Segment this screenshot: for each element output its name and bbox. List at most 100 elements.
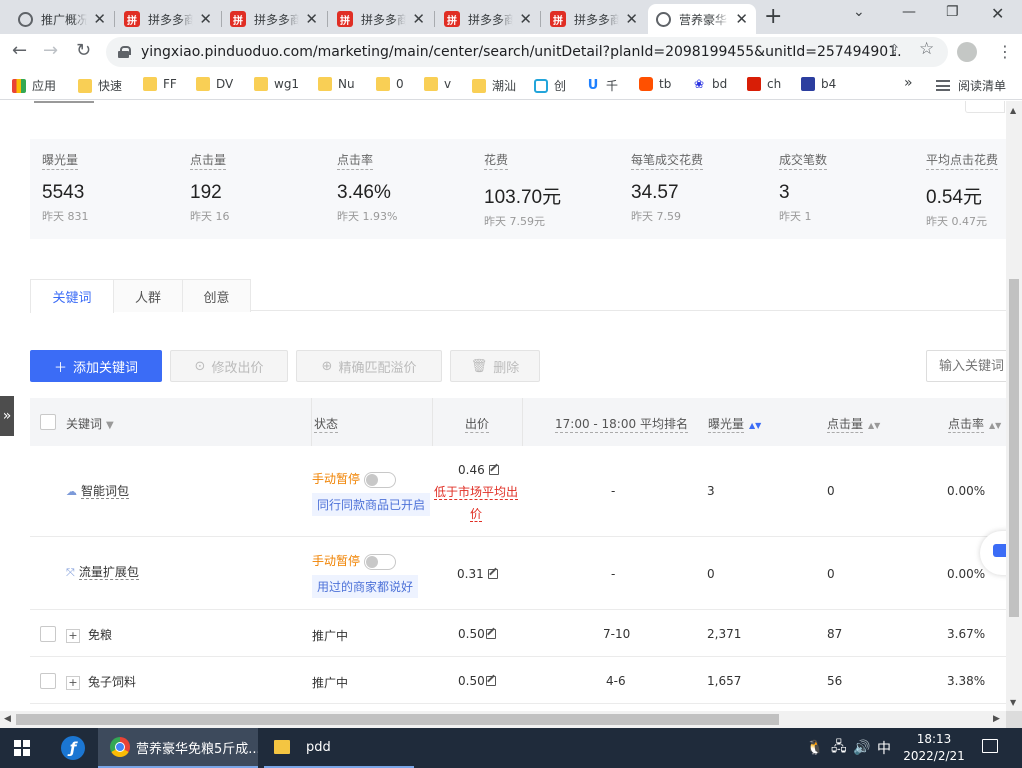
bookmark-folder[interactable]: wg1 — [254, 77, 299, 91]
restore-icon[interactable]: ❐ — [946, 4, 959, 20]
keyword-cell[interactable]: + 免粮 — [66, 626, 112, 643]
network-icon[interactable]: 🖧 — [831, 728, 847, 768]
sort-icon[interactable]: ▲▼ — [989, 421, 1001, 430]
bookmark-link[interactable]: 创 — [534, 77, 566, 94]
horizontal-scroll-thumb[interactable] — [16, 714, 779, 725]
bookmark-folder[interactable]: 潮汕 — [472, 77, 516, 94]
tab-keywords[interactable]: 关键词 — [30, 279, 114, 313]
edit-icon[interactable] — [487, 569, 498, 579]
bookmark-folder[interactable]: DV — [196, 77, 233, 91]
scroll-down-icon[interactable]: ▼ — [1010, 698, 1016, 707]
edit-icon[interactable] — [485, 629, 496, 639]
tab-audience[interactable]: 人群 — [113, 279, 183, 312]
bid-cell[interactable]: 0.46 — [458, 463, 499, 477]
profile-avatar[interactable] — [957, 42, 977, 62]
taskbar-chrome-app[interactable]: 营养豪华免粮5斤成... — [98, 728, 258, 768]
scroll-right-icon[interactable]: ▶ — [993, 714, 1000, 724]
taskbar-flash-app[interactable]: ƒ — [58, 728, 88, 768]
side-expand-handle[interactable]: » — [0, 396, 14, 436]
bookmark-link[interactable]: U千 — [586, 77, 618, 94]
bookmark-star-icon[interactable]: ☆ — [919, 39, 934, 59]
bookmark-folder[interactable]: v — [424, 77, 451, 91]
close-icon[interactable]: ✕ — [93, 11, 106, 27]
browser-tab-4[interactable]: 拼 拼多多商家后台 ✕ — [436, 4, 540, 34]
bookmark-apps[interactable]: 应用 — [12, 77, 56, 94]
row-checkbox[interactable] — [40, 626, 56, 642]
close-icon[interactable]: ✕ — [519, 11, 532, 27]
vertical-scroll-thumb[interactable] — [1009, 279, 1019, 617]
keyword-search-input[interactable] — [926, 350, 1006, 382]
scroll-up-icon[interactable]: ▲ — [1010, 106, 1016, 115]
add-keyword-button[interactable]: ＋ 添加关键词 — [30, 350, 162, 382]
status-toggle[interactable] — [364, 553, 397, 570]
header-keyword[interactable]: 关键词 ▼ — [66, 415, 114, 432]
expand-icon[interactable]: + — [66, 676, 80, 690]
ime-indicator[interactable]: 中 — [877, 728, 891, 768]
modify-bid-button[interactable]: ⊙ 修改出价 — [170, 350, 288, 382]
more-menu-icon[interactable]: ⋮ — [997, 40, 1013, 64]
close-icon[interactable]: ✕ — [625, 11, 638, 27]
browser-tab-1[interactable]: 拼 拼多多商家后台 ✕ — [116, 4, 220, 34]
bookmark-folder[interactable]: FF — [143, 77, 177, 91]
header-ctr[interactable]: 点击率 ▲▼ — [948, 415, 1001, 433]
browser-tab-2[interactable]: 拼 拼多多商家后台 ✕ — [222, 4, 326, 34]
close-icon[interactable]: ✕ — [735, 11, 748, 27]
bookmark-folder[interactable]: 快速 — [78, 77, 122, 94]
address-bar[interactable]: yingxiao.pinduoduo.com/marketing/main/ce… — [106, 37, 948, 67]
horizontal-scrollbar[interactable]: ◀ ▶ — [0, 711, 1006, 728]
bookmark-link[interactable]: ch — [747, 77, 781, 91]
exact-match-premium-button[interactable]: ⊕ 精确匹配溢价 — [296, 350, 442, 382]
filter-icon[interactable]: ▼ — [106, 420, 114, 431]
lock-icon[interactable] — [118, 46, 131, 58]
tab-search-icon[interactable]: ⌄ — [853, 4, 865, 20]
keyword-cell[interactable]: + 兔子饲料 — [66, 673, 136, 690]
minimize-icon[interactable]: — — [902, 4, 916, 20]
header-clicks[interactable]: 点击量 ▲▼ — [827, 415, 880, 433]
url-text[interactable]: yingxiao.pinduoduo.com/marketing/main/ce… — [141, 44, 901, 60]
taskbar-folder-app[interactable]: pdd — [264, 728, 414, 768]
windows-start-icon[interactable] — [14, 740, 30, 756]
bookmark-link[interactable]: tb — [639, 77, 671, 91]
expand-icon[interactable]: + — [66, 629, 80, 643]
close-window-icon[interactable]: ✕ — [991, 4, 1004, 23]
more-bookmarks-icon[interactable]: » — [904, 75, 913, 91]
bookmark-folder[interactable]: Nu — [318, 77, 355, 91]
reading-list-button[interactable]: 阅读清单 — [936, 77, 1006, 94]
bookmark-link[interactable]: ❀ bd — [692, 77, 727, 91]
vertical-scrollbar[interactable]: ▲ ▼ — [1006, 101, 1022, 711]
reload-icon[interactable]: ↻ — [76, 41, 91, 61]
bookmark-folder[interactable]: 0 — [376, 77, 404, 91]
bid-cell[interactable]: 0.50 — [458, 627, 496, 641]
share-icon[interactable]: ⇪ — [888, 41, 901, 59]
notification-icon[interactable] — [982, 739, 998, 753]
browser-tab-5[interactable]: 拼 拼多多商家后台 ✕ — [542, 4, 646, 34]
system-clock[interactable]: 18:13 2022/2/21 — [898, 731, 970, 765]
browser-tab-3[interactable]: 拼 拼多多商家后台 ✕ — [329, 4, 433, 34]
browser-tab-0[interactable]: 推广概况 ✕ — [10, 4, 114, 34]
row-checkbox[interactable] — [40, 673, 56, 689]
bid-cell[interactable]: 0.50 — [458, 674, 496, 688]
close-icon[interactable]: ✕ — [305, 11, 318, 27]
status-toggle[interactable] — [364, 471, 397, 488]
scroll-left-icon[interactable]: ◀ — [4, 714, 11, 724]
keyword-cell[interactable]: ☁ 智能词包 — [66, 482, 130, 499]
new-tab-button[interactable]: + — [764, 6, 782, 28]
bookmark-link[interactable]: b4 — [801, 77, 836, 91]
header-impressions[interactable]: 曝光量 ▲▼ — [708, 415, 761, 433]
forward-icon[interactable]: → — [43, 41, 58, 61]
delete-button[interactable]: 🗑 删除 — [450, 350, 540, 382]
close-icon[interactable]: ✕ — [412, 11, 425, 27]
keyword-cell[interactable]: ⤧ 流量扩展包 — [66, 563, 139, 580]
back-icon[interactable]: ← — [12, 41, 27, 61]
close-icon[interactable]: ✕ — [199, 11, 212, 27]
sort-icon[interactable]: ▲▼ — [868, 421, 880, 430]
cropped-button[interactable] — [965, 101, 1005, 113]
browser-tab-6[interactable]: 营养豪华 ✕ — [648, 4, 756, 34]
tab-creative[interactable]: 创意 — [182, 279, 251, 312]
qq-icon[interactable]: 🐧 — [806, 728, 823, 768]
edit-icon[interactable] — [488, 465, 499, 475]
edit-icon[interactable] — [485, 676, 496, 686]
select-all-checkbox[interactable] — [40, 414, 56, 430]
volume-icon[interactable]: 🔊 — [853, 728, 870, 768]
sort-icon[interactable]: ▲▼ — [749, 421, 761, 430]
